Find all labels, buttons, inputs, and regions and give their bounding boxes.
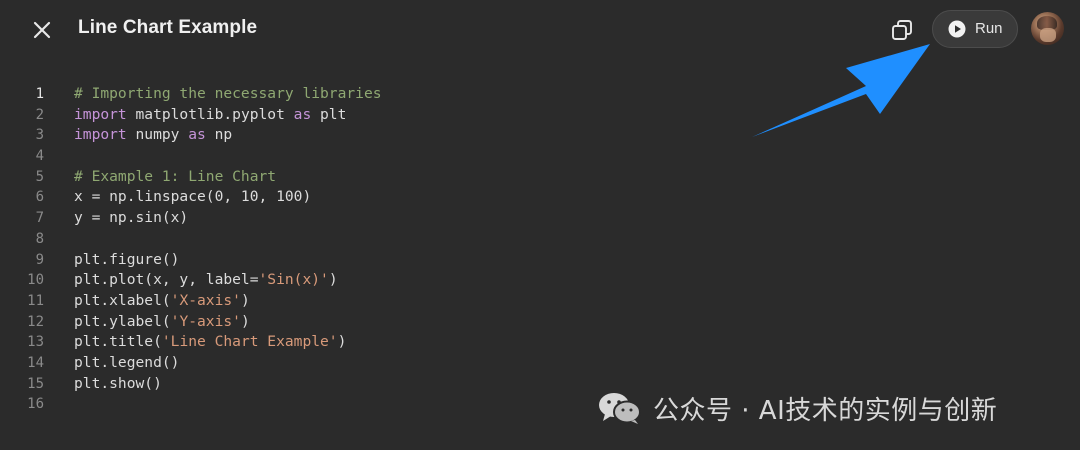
code-line[interactable]: 9 plt.figure() <box>0 250 1080 271</box>
close-icon <box>33 21 51 39</box>
code-text: plt.figure() <box>74 250 179 271</box>
user-avatar[interactable] <box>1031 12 1064 45</box>
line-number: 3 <box>35 127 44 144</box>
code-token: # Example 1: Line Chart <box>74 167 277 185</box>
code-token: 'Sin(x)' <box>258 271 329 289</box>
code-text: import numpy as np <box>74 125 232 146</box>
copy-button[interactable] <box>888 16 916 44</box>
line-number: 12 <box>27 313 44 330</box>
code-token: ) <box>328 271 338 289</box>
code-line[interactable]: 11 plt.xlabel('X-axis') <box>0 291 1080 312</box>
line-number: 11 <box>27 292 44 309</box>
code-token: 'Y-axis' <box>170 312 241 330</box>
code-token: plt.xlabel( <box>74 291 171 309</box>
wechat-icon <box>599 393 641 424</box>
line-number: 7 <box>35 210 44 227</box>
code-line[interactable]: 3 import numpy as np <box>0 125 1080 146</box>
code-token: import <box>74 126 127 144</box>
code-text: plt.plot(x, y, label='Sin(x)') <box>74 270 338 291</box>
code-token: 'Line Chart Example' <box>161 333 338 351</box>
line-number: 14 <box>27 354 44 371</box>
code-line[interactable]: 12 plt.ylabel('Y-axis') <box>0 312 1080 333</box>
code-line[interactable]: 5 # Example 1: Line Chart <box>0 167 1080 188</box>
code-token: plt.legend() <box>74 353 180 371</box>
code-token: np <box>205 126 233 144</box>
code-token: plt.ylabel( <box>74 312 171 330</box>
line-number: 10 <box>27 272 44 289</box>
code-line[interactable]: 4 <box>0 146 1080 167</box>
code-text: import matplotlib.pyplot as plt <box>74 105 346 126</box>
code-line[interactable]: 14 plt.legend() <box>0 353 1080 374</box>
code-token: plt.plot(x, y, label= <box>74 271 259 289</box>
code-token: import <box>74 105 127 123</box>
line-number: 6 <box>35 189 44 206</box>
code-text: # Example 1: Line Chart <box>74 167 276 188</box>
code-token: as <box>188 126 206 144</box>
code-text: y = np.sin(x) <box>74 208 188 229</box>
run-button[interactable]: Run <box>932 10 1018 48</box>
code-token: ) <box>240 291 250 309</box>
line-number: 13 <box>27 334 44 351</box>
line-number: 5 <box>35 168 44 185</box>
run-button-label: Run <box>975 20 1003 37</box>
code-preview-window: Line Chart Example Run 1 # Importing the … <box>0 0 1080 450</box>
code-text: plt.xlabel('X-axis') <box>74 291 250 312</box>
line-number: 9 <box>35 251 44 268</box>
code-token: x = np.linspace(0, 10, 100) <box>74 188 312 206</box>
code-text: plt.title('Line Chart Example') <box>74 332 346 353</box>
code-token: as <box>293 105 312 123</box>
code-text: plt.ylabel('Y-axis') <box>74 312 250 333</box>
line-number: 1 <box>35 86 44 102</box>
watermark: 公众号 · AI技术的实例与创新 <box>597 388 997 428</box>
code-token: plt.figure() <box>74 250 180 268</box>
code-token: # Importing the necessary libraries <box>74 85 382 102</box>
code-line[interactable]: 2 import matplotlib.pyplot as plt <box>0 105 1080 126</box>
code-text: # Importing the necessary libraries <box>74 84 382 105</box>
code-token: ) <box>337 333 347 351</box>
close-button[interactable] <box>28 16 56 44</box>
code-token: plt.show() <box>74 374 162 392</box>
line-number: 8 <box>35 230 44 247</box>
code-text: x = np.linspace(0, 10, 100) <box>74 187 311 208</box>
code-token: numpy <box>126 126 189 144</box>
code-editor[interactable]: 1 # Importing the necessary libraries 2 imp… <box>0 84 1080 415</box>
code-token: y = np.sin(x) <box>74 209 189 227</box>
watermark-text: 公众号 · AI技术的实例与创新 <box>653 395 998 426</box>
code-line[interactable]: 6 x = np.linspace(0, 10, 100) <box>0 187 1080 208</box>
line-number: 4 <box>35 148 44 165</box>
code-token: plt <box>311 105 347 123</box>
code-line[interactable]: 1 # Importing the necessary libraries <box>0 84 1080 105</box>
play-circle-icon <box>948 20 966 38</box>
code-line[interactable]: 10 plt.plot(x, y, label='Sin(x)') <box>0 270 1080 291</box>
code-token: matplotlib.pyplot <box>126 105 294 123</box>
code-line[interactable]: 8 <box>0 229 1080 250</box>
line-number: 15 <box>27 375 44 392</box>
code-text: plt.legend() <box>74 353 179 374</box>
line-number: 2 <box>35 106 44 123</box>
code-line[interactable]: 7 y = np.sin(x) <box>0 208 1080 229</box>
code-token: ) <box>240 312 250 330</box>
page-title: Line Chart Example <box>78 17 258 38</box>
top-bar: Line Chart Example Run <box>0 0 1080 60</box>
code-text: plt.show() <box>74 374 162 395</box>
copy-icon <box>892 20 912 40</box>
code-token: plt.title( <box>74 333 162 351</box>
code-token: 'X-axis' <box>170 291 241 309</box>
line-number: 16 <box>27 396 44 413</box>
code-line[interactable]: 13 plt.title('Line Chart Example') <box>0 332 1080 353</box>
